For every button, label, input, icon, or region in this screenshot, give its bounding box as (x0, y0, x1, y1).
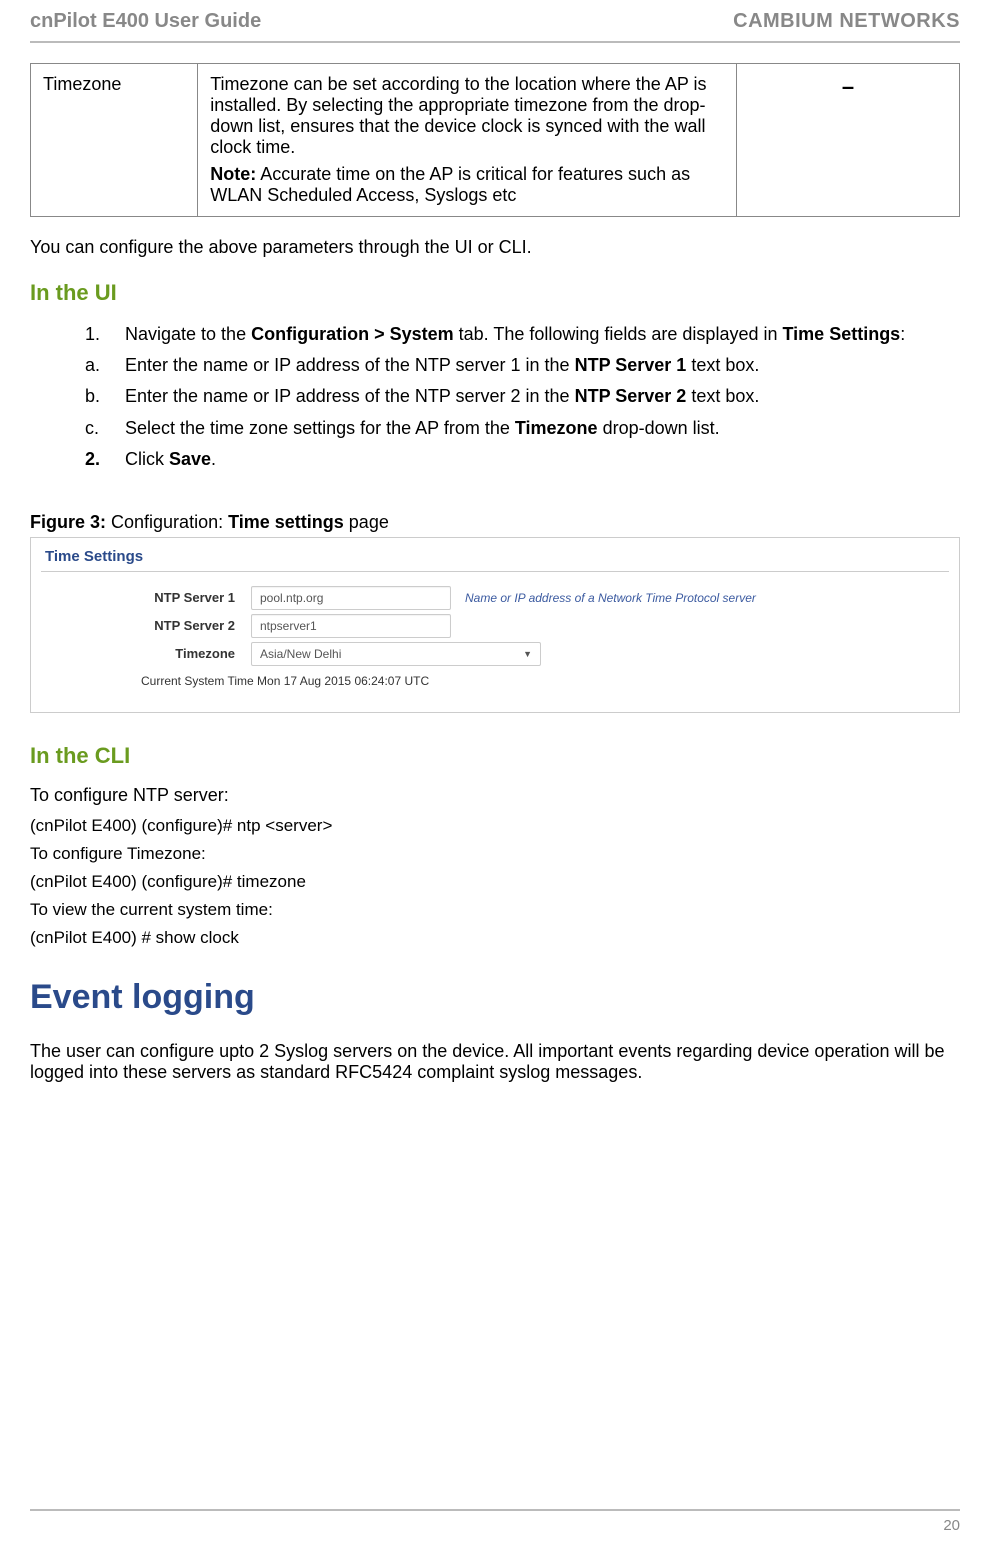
parameter-table: Timezone Timezone can be set according t… (30, 63, 960, 217)
ntp2-row: NTP Server 2 (41, 614, 949, 638)
intro-line: You can configure the above parameters t… (30, 237, 960, 258)
in-the-cli-heading: In the CLI (30, 743, 960, 769)
fig-text: page (344, 512, 389, 532)
step-text: Click (125, 449, 169, 469)
step-text: Enter the name or IP address of the NTP … (125, 386, 575, 406)
in-the-ui-heading: In the UI (30, 280, 960, 306)
ntp1-row: NTP Server 1 Name or IP address of a Net… (41, 586, 949, 610)
step-text: Enter the name or IP address of the NTP … (125, 355, 575, 375)
step-bold: Time Settings (783, 324, 901, 344)
step-bold: Save (169, 449, 211, 469)
timezone-select[interactable]: Asia/New Delhi ▼ (251, 642, 541, 666)
ntp1-label: NTP Server 1 (41, 590, 251, 605)
footer-rule (30, 1509, 960, 1511)
step-2: 2. Click Save. (85, 447, 960, 472)
figure-caption: Figure 3: Configuration: Time settings p… (30, 512, 960, 533)
ntp-server-2-input[interactable] (251, 614, 451, 638)
step-bold: Configuration > System (251, 324, 454, 344)
cli-sub-2: To configure Timezone: (30, 844, 960, 864)
param-desc-main: Timezone can be set according to the loc… (210, 74, 706, 157)
ntp2-label: NTP Server 2 (41, 618, 251, 633)
timezone-row: Timezone Asia/New Delhi ▼ (41, 642, 949, 666)
chevron-down-icon: ▼ (523, 649, 532, 659)
time-settings-screenshot: Time Settings NTP Server 1 Name or IP ad… (30, 537, 960, 713)
timezone-label: Timezone (41, 646, 251, 661)
step-text: . (211, 449, 216, 469)
step-text: tab. The following fields are displayed … (454, 324, 783, 344)
panel-title: Time Settings (45, 548, 949, 565)
fig-label: Figure 3: (30, 512, 106, 532)
param-note: Note: Accurate time on the AP is critica… (210, 164, 724, 206)
step-text: : (900, 324, 905, 344)
param-default-cell: – (737, 64, 960, 217)
cli-sub-1: To configure NTP server: (30, 785, 960, 806)
ntp-server-1-input[interactable] (251, 586, 451, 610)
step-marker: c. (85, 416, 115, 441)
step-text: text box. (686, 355, 759, 375)
ntp1-help: Name or IP address of a Network Time Pro… (465, 591, 756, 605)
doc-title: cnPilot E400 User Guide (30, 10, 261, 33)
table-row: Timezone Timezone can be set according t… (31, 64, 960, 217)
step-text: drop-down list. (598, 418, 720, 438)
header-bar: cnPilot E400 User Guide CAMBIUM NETWORKS (30, 0, 960, 43)
step-text: text box. (686, 386, 759, 406)
brand-name: CAMBIUM NETWORKS (733, 10, 960, 33)
step-bold: Timezone (515, 418, 598, 438)
step-marker: 2. (85, 447, 115, 472)
cli-line-1: (cnPilot E400) (configure)# ntp <server> (30, 816, 960, 836)
ui-steps-list: 1. Navigate to the Configuration > Syste… (85, 322, 960, 472)
event-logging-body: The user can configure upto 2 Syslog ser… (30, 1041, 960, 1083)
note-label: Note: (210, 164, 256, 184)
step-c: c. Select the time zone settings for the… (85, 416, 960, 441)
step-b: b. Enter the name or IP address of the N… (85, 384, 960, 409)
page-number: 20 (30, 1517, 960, 1534)
step-bold: NTP Server 2 (575, 386, 687, 406)
footer: 20 (30, 1509, 960, 1534)
current-system-time: Current System Time Mon 17 Aug 2015 06:2… (141, 674, 949, 688)
cli-line-3: (cnPilot E400) # show clock (30, 928, 960, 948)
step-1: 1. Navigate to the Configuration > Syste… (85, 322, 960, 347)
cli-line-2: (cnPilot E400) (configure)# timezone (30, 872, 960, 892)
step-bold: NTP Server 1 (575, 355, 687, 375)
step-a: a. Enter the name or IP address of the N… (85, 353, 960, 378)
step-marker: a. (85, 353, 115, 378)
panel-divider (41, 571, 949, 572)
step-marker: 1. (85, 322, 115, 347)
fig-text: Configuration: (106, 512, 228, 532)
param-name-cell: Timezone (31, 64, 198, 217)
fig-bold: Time settings (228, 512, 344, 532)
step-text: Select the time zone settings for the AP… (125, 418, 515, 438)
timezone-value: Asia/New Delhi (260, 647, 341, 661)
step-text: Navigate to the (125, 324, 251, 344)
note-text: Accurate time on the AP is critical for … (210, 164, 690, 205)
cli-sub-3: To view the current system time: (30, 900, 960, 920)
event-logging-heading: Event logging (30, 978, 960, 1017)
param-desc-cell: Timezone can be set according to the loc… (198, 64, 737, 217)
step-marker: b. (85, 384, 115, 409)
